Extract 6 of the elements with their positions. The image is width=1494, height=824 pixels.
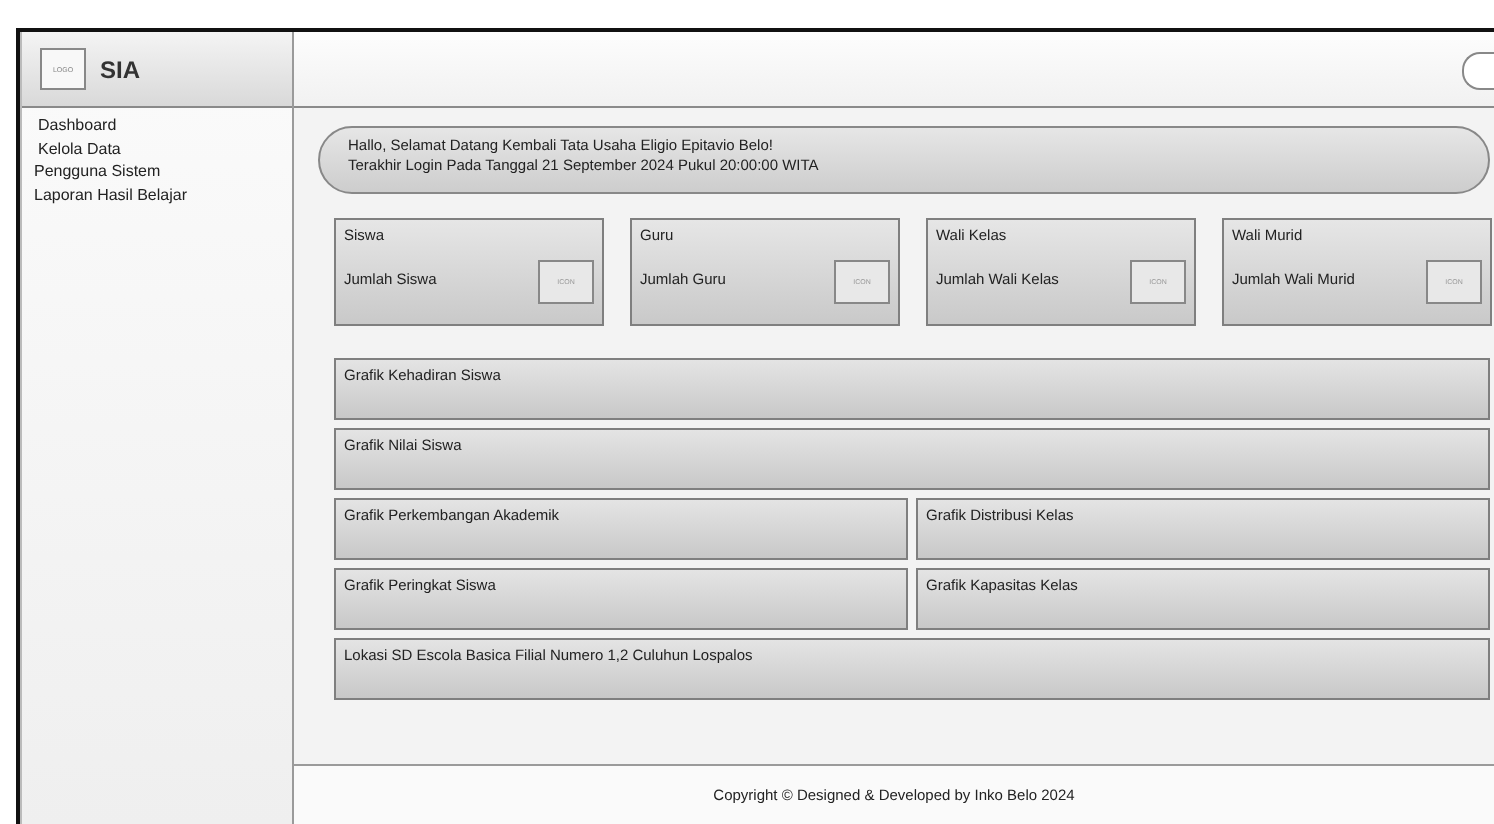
app-title: SIA [100,55,141,83]
sidebar-item[interactable]: Pengguna Sistem [34,160,161,183]
sidebar-item[interactable]: Kelola Data [38,137,121,160]
avatar-icon[interactable] [1462,52,1494,90]
sidebar-item[interactable]: Laporan Hasil Belajar [34,183,187,206]
sidebar-item[interactable]: Dashboard [38,114,117,137]
